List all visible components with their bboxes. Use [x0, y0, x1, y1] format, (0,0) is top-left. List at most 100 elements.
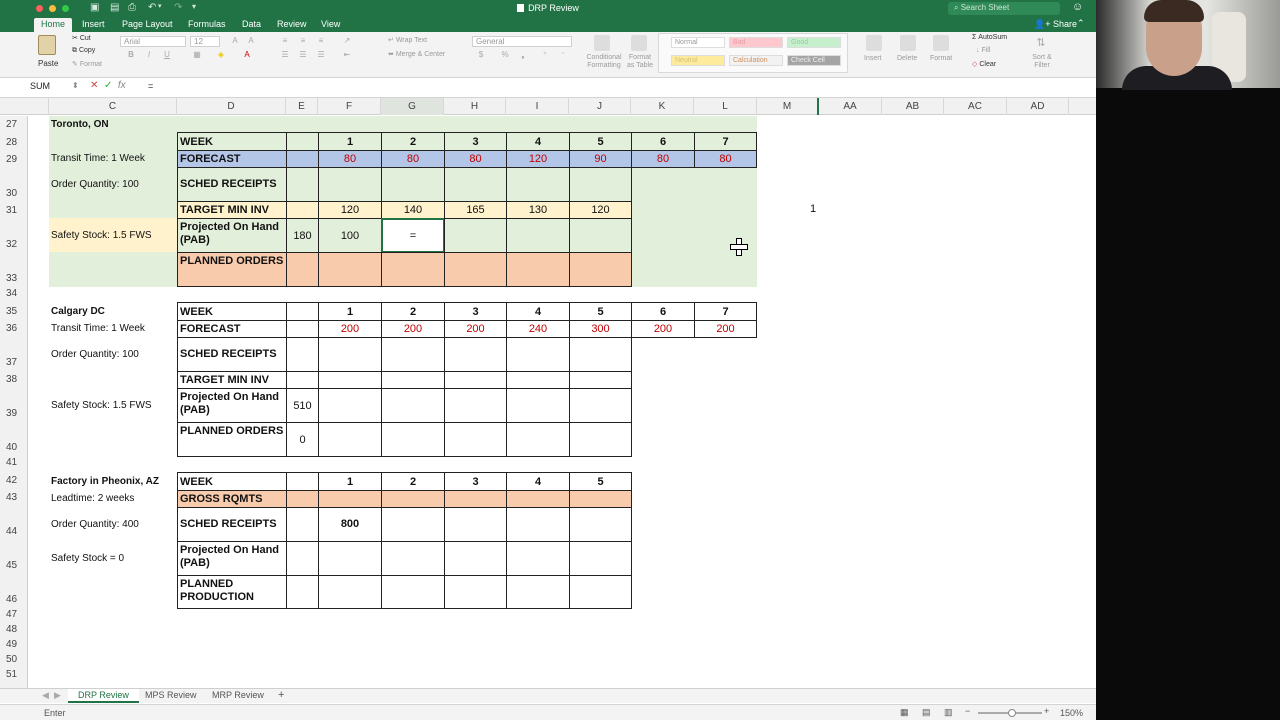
bold-icon[interactable]: B [124, 50, 138, 62]
row-header-49[interactable]: 49 [0, 639, 28, 650]
factory-week-e[interactable] [286, 472, 319, 491]
tab-data[interactable]: Data [235, 18, 268, 32]
calgary-planned-1[interactable] [318, 422, 382, 457]
toronto-planned-1[interactable] [318, 252, 382, 287]
toronto-week-3[interactable]: 3 [444, 132, 507, 151]
toronto-forecast-e[interactable] [286, 150, 319, 168]
calgary-week-1[interactable]: 1 [318, 302, 382, 321]
calgary-target-5[interactable] [569, 371, 632, 389]
number-format-select[interactable]: General [472, 36, 572, 47]
align-bottom-icon[interactable]: ≡ [314, 36, 328, 48]
comma-style-icon[interactable]: ❟ [516, 50, 530, 62]
toronto-pab-4[interactable] [506, 218, 570, 253]
factory-pab-1[interactable] [318, 541, 382, 576]
factory-planned-1[interactable] [318, 575, 382, 609]
row-header-36[interactable]: 36 [0, 323, 28, 334]
factory-pab-3[interactable] [444, 541, 507, 576]
factory-sched-5[interactable] [569, 507, 632, 542]
tab-insert[interactable]: Insert [75, 18, 112, 32]
toronto-target-4[interactable]: 130 [506, 201, 570, 219]
calgary-forecast-2[interactable]: 200 [381, 320, 445, 338]
row-header-50[interactable]: 50 [0, 654, 28, 665]
row-header-45[interactable]: 45 [0, 560, 28, 571]
cancel-entry-icon[interactable]: ✕ [90, 80, 98, 91]
column-header-l[interactable]: L [694, 98, 757, 115]
sort-filter-icon[interactable]: ⇅ [1034, 36, 1048, 49]
collapse-ribbon-icon[interactable]: ⌃ [1077, 18, 1085, 29]
toronto-target-1[interactable]: 120 [318, 201, 382, 219]
tab-view[interactable]: View [314, 18, 347, 32]
row-header-40[interactable]: 40 [0, 442, 28, 453]
factory-planned-4[interactable] [506, 575, 570, 609]
factory-pab-2[interactable] [381, 541, 445, 576]
calgary-week-label[interactable]: WEEK [177, 302, 287, 321]
cut-button[interactable]: ✂ Cut [72, 34, 91, 42]
copy-button[interactable]: ⧉ Copy [72, 47, 95, 55]
toronto-planned-label[interactable]: PLANNED ORDERS [177, 252, 287, 287]
toronto-week-e[interactable] [286, 132, 319, 151]
calgary-sched-4[interactable] [506, 337, 570, 372]
grow-font-icon[interactable]: A [228, 36, 242, 48]
insert-cells-label[interactable]: Insert [864, 55, 882, 62]
row-header-34[interactable]: 34 [0, 288, 28, 299]
toronto-planned-3[interactable] [444, 252, 507, 287]
factory-pab-e[interactable] [286, 541, 319, 576]
formula-input[interactable]: = [148, 81, 153, 91]
row-header-33[interactable]: 33 [0, 273, 28, 284]
calgary-forecast-4[interactable]: 240 [506, 320, 570, 338]
factory-week-3[interactable]: 3 [444, 472, 507, 491]
toronto-sched-label[interactable]: SCHED RECEIPTS [177, 167, 287, 202]
increase-decimal-icon[interactable]: ⁺ [538, 50, 552, 62]
calgary-planned-label[interactable]: PLANNED ORDERS [177, 422, 287, 457]
next-sheet-icon[interactable]: ▶ [44, 689, 71, 703]
column-header-e[interactable]: E [286, 98, 318, 115]
calgary-week-3[interactable]: 3 [444, 302, 507, 321]
calgary-week-4[interactable]: 4 [506, 302, 570, 321]
factory-gross-2[interactable] [381, 490, 445, 508]
toronto-pab-1[interactable]: 100 [318, 218, 382, 253]
column-header-j[interactable]: J [569, 98, 631, 115]
insert-function-icon[interactable]: fx [118, 80, 126, 91]
row-header-30[interactable]: 30 [0, 188, 28, 199]
calgary-planned-2[interactable] [381, 422, 445, 457]
calgary-week-e[interactable] [286, 302, 319, 321]
conditional-formatting-icon[interactable] [594, 35, 610, 51]
column-header-d[interactable]: D [177, 98, 286, 115]
toronto-sched-2[interactable] [381, 167, 445, 202]
zoom-slider[interactable] [978, 709, 1042, 717]
style-check-cell[interactable]: Check Cell [787, 55, 841, 66]
factory-planned-5[interactable] [569, 575, 632, 609]
italic-icon[interactable]: I [142, 50, 156, 62]
calgary-week-6[interactable]: 6 [631, 302, 695, 321]
factory-planned-3[interactable] [444, 575, 507, 609]
toronto-forecast-1[interactable]: 80 [318, 150, 382, 168]
sheet-tab-drp-review[interactable]: DRP Review [68, 689, 139, 703]
row-header-27[interactable]: 27 [0, 119, 28, 130]
decrease-indent-icon[interactable]: ⇤ [340, 50, 354, 62]
calgary-forecast-7[interactable]: 200 [694, 320, 757, 338]
factory-sched-3[interactable] [444, 507, 507, 542]
insert-cells-icon[interactable] [866, 35, 882, 51]
row-header-39[interactable]: 39 [0, 408, 28, 419]
calgary-planned-4[interactable] [506, 422, 570, 457]
calgary-forecast-label[interactable]: FORECAST [177, 320, 287, 338]
clear-button[interactable]: ◇ Clear [972, 60, 996, 68]
normal-view-icon[interactable]: ▦ [900, 707, 909, 718]
row-header-43[interactable]: 43 [0, 492, 28, 503]
align-middle-icon[interactable]: ≡ [296, 36, 310, 48]
add-sheet-icon[interactable]: + [268, 688, 294, 702]
calgary-week-7[interactable]: 7 [694, 302, 757, 321]
cell-m31-value[interactable]: 1 [798, 203, 828, 215]
row-header-31[interactable]: 31 [0, 205, 28, 216]
factory-sched-2[interactable] [381, 507, 445, 542]
toronto-week-6[interactable]: 6 [631, 132, 695, 151]
merge-center-button[interactable]: ⬌ Merge & Center [388, 50, 445, 58]
delete-cells-label[interactable]: Delete [897, 55, 917, 62]
factory-sched-1[interactable]: 800 [318, 507, 382, 542]
share-button[interactable]: 👤+ Share [1034, 19, 1077, 30]
toronto-target-2[interactable]: 140 [381, 201, 445, 219]
calgary-sched-e[interactable] [286, 337, 319, 372]
calgary-week-5[interactable]: 5 [569, 302, 632, 321]
fill-color-icon[interactable]: ◈ [214, 50, 228, 62]
toronto-week-2[interactable]: 2 [381, 132, 445, 151]
